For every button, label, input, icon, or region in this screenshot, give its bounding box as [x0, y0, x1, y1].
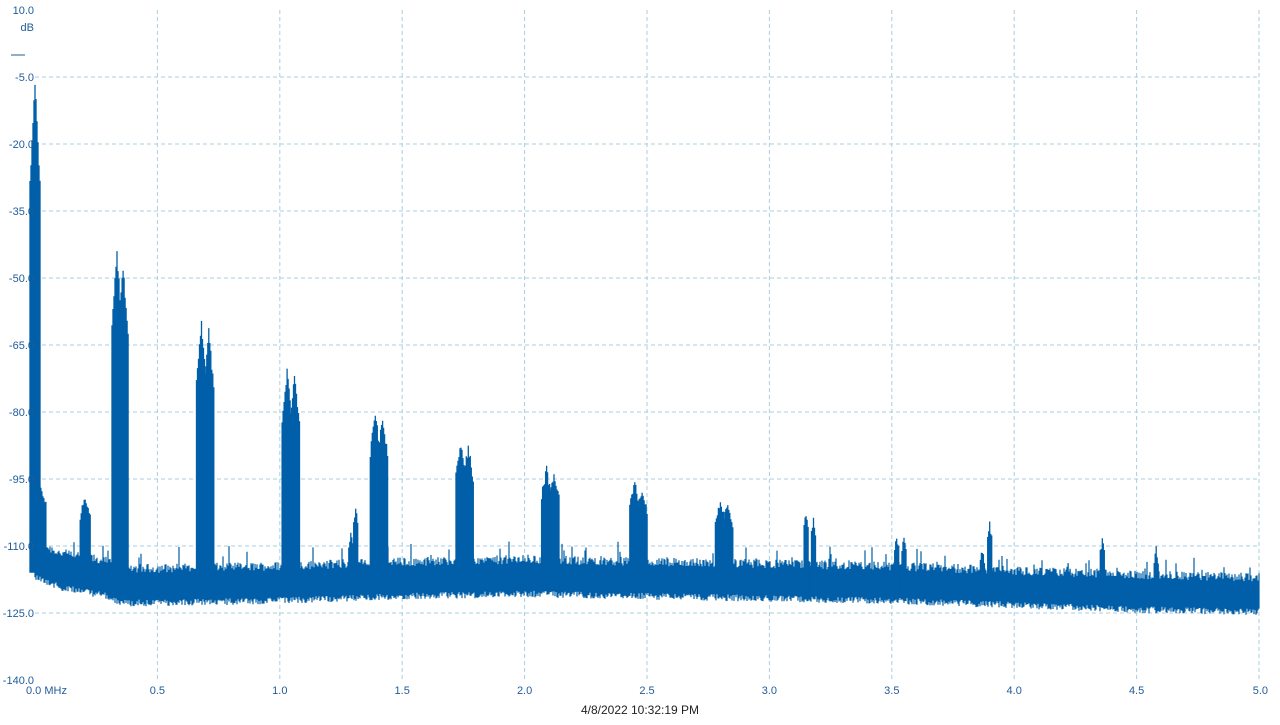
y-tick-label: -50.0: [9, 273, 34, 285]
y-axis-ticks: 10.0 -5.0 -20.0 -35.0 -50.0 -65.0 -80.0 -95.0 -1…: [3, 5, 34, 687]
x-tick-label: 4.0: [1007, 685, 1022, 697]
spectral-peak: [35, 486, 47, 576]
x-tick-label: 0.5: [150, 685, 165, 697]
y-tick-label: -35.0: [9, 206, 34, 218]
spectral-peak: [348, 532, 354, 595]
x-tick-label: 5.0: [1253, 685, 1268, 697]
x-tick-label: 2.0: [517, 685, 532, 697]
capture-timestamp: 4/8/2022 10:32:19 PM: [581, 703, 699, 717]
x-tick-label: 3.0: [762, 685, 777, 697]
x-axis-ticks: 0.0 MHz 0.5 1.0 1.5 2.0 2.5 3.0 3.5 4.0 4.5 5.0: [26, 685, 1268, 697]
spectrum-plot-svg: 10.0 -5.0 -20.0 -35.0 -50.0 -65.0 -80.0 -95.0 -1…: [3, 5, 1268, 717]
trace-layer: [29, 84, 1260, 615]
spectral-peak: [979, 552, 986, 601]
spectrum-chart: 10.0 -5.0 -20.0 -35.0 -50.0 -65.0 -80.0 -95.0 -1…: [0, 0, 1280, 720]
spectral-peak: [1153, 546, 1159, 607]
y-tick-label: -20.0: [9, 139, 34, 151]
y-tick-label: 10.0: [13, 5, 34, 17]
spectral-peak: [894, 538, 900, 598]
y-tick-label: -80.0: [9, 407, 34, 419]
x-tick-label: 3.5: [884, 685, 899, 697]
spectral-peak: [376, 420, 389, 594]
spectral-peak: [636, 492, 648, 593]
spectral-peak: [462, 445, 474, 592]
spectral-peak: [288, 376, 301, 597]
spectral-peak: [203, 328, 215, 599]
spectral-peak: [901, 537, 907, 598]
x-tick-label: 0.0 MHz: [26, 685, 67, 697]
x-tick-label: 2.5: [639, 685, 654, 697]
y-tick-label: -65.0: [9, 340, 34, 352]
y-tick-label: -125.0: [3, 608, 34, 620]
spectral-peak: [803, 516, 809, 596]
y-tick-label: -5.0: [15, 72, 34, 84]
spectral-peak: [548, 474, 560, 592]
spectral-peak: [353, 508, 359, 595]
y-tick-label: -110.0: [4, 541, 34, 553]
spectral-peak: [987, 521, 993, 601]
x-tick-label: 1.5: [395, 685, 410, 697]
x-tick-label: 1.0: [272, 685, 287, 697]
spectral-peak: [117, 270, 129, 600]
spectral-peak: [810, 517, 817, 596]
x-tick-label: 4.5: [1129, 685, 1144, 697]
spectral-peak: [79, 499, 91, 589]
y-axis-unit-label: dB: [21, 22, 34, 34]
spectral-peak: [722, 505, 734, 595]
y-tick-label: -95.0: [9, 474, 34, 486]
spectral-peak: [1099, 538, 1105, 605]
